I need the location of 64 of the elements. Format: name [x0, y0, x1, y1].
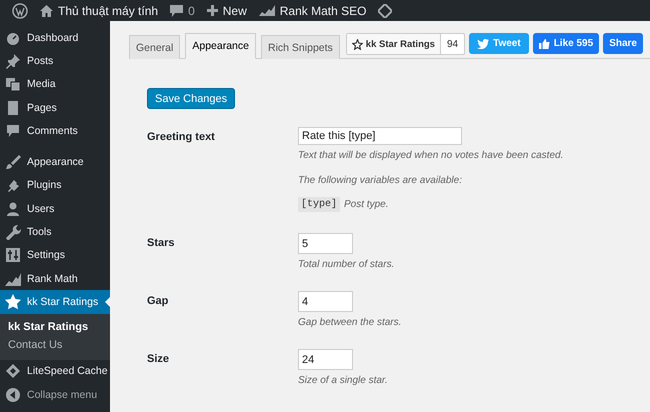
admin-bar-link[interactable]: Thủ thuật máy tính — [58, 4, 158, 18]
variable-description: Post type. — [344, 199, 388, 210]
star-count: 94 — [446, 38, 460, 52]
like-button[interactable]: Like 595 — [532, 33, 600, 54]
star-icon — [352, 38, 363, 50]
wordpress-logo[interactable] — [12, 2, 28, 18]
admin-bar-link[interactable]: Rank Math SEO — [280, 4, 366, 18]
sidebar-item[interactable]: Pages — [0, 96, 110, 120]
field-label: Size — [147, 352, 170, 367]
sidebar-item[interactable]: Tools — [0, 220, 110, 244]
field-label: Greeting text — [147, 130, 215, 145]
field-description: Size of a single star. — [298, 375, 388, 386]
field-description: Total number of stars. — [298, 259, 394, 270]
number-field[interactable]: 5 — [298, 233, 353, 254]
user-icon — [5, 200, 21, 217]
speech-bubble-icon — [170, 4, 184, 16]
tab[interactable]: Rich Snippets — [261, 35, 340, 59]
sidebar-item[interactable]: Settings — [0, 244, 110, 267]
field-label: Stars — [147, 236, 175, 251]
save-changes-button[interactable]: Save Changes — [147, 88, 236, 109]
media-icon — [5, 76, 21, 92]
brush-icon — [5, 154, 21, 170]
sidebar-item[interactable]: Rank Math — [0, 266, 110, 290]
comment-count[interactable]: 0 — [188, 4, 195, 18]
thumbs-up-icon — [538, 38, 550, 48]
star-icon — [5, 294, 21, 310]
field-description: Text that will be displayed when no votes have been casted. — [298, 150, 564, 161]
plus-icon — [206, 5, 218, 16]
admin-bar-link[interactable]: New — [222, 4, 247, 18]
field-label: Gap — [147, 294, 168, 309]
tab[interactable]: Appearance — [185, 33, 256, 59]
sidebar-item[interactable]: Plugins — [0, 174, 110, 198]
star-ratings-button[interactable]: kk Star Ratings — [346, 34, 441, 54]
submenu-item[interactable]: kk Star Ratings — [0, 318, 88, 336]
settings-icon — [5, 247, 21, 264]
sidebar-item[interactable]: Collapse menu — [0, 382, 110, 406]
page-icon — [5, 100, 21, 116]
wrench-icon — [5, 224, 21, 240]
tab[interactable]: General — [129, 35, 180, 59]
field-description: Gap between the stars. — [298, 317, 402, 328]
sidebar-item[interactable]: Posts — [0, 49, 110, 73]
variable-code: [type] — [298, 197, 340, 212]
chart-icon — [5, 270, 21, 287]
sidebar-item[interactable]: Users — [0, 197, 110, 220]
text-field[interactable]: Rate this [type] — [298, 127, 462, 145]
speech-bubble-icon — [5, 122, 21, 139]
sidebar-item[interactable]: Dashboard — [0, 26, 110, 50]
sidebar-item[interactable]: Comments — [0, 119, 110, 142]
number-field[interactable]: 4 — [298, 291, 353, 312]
sidebar-item[interactable]: LiteSpeed Cache — [0, 360, 110, 383]
collapse-icon — [5, 386, 21, 402]
home-icon — [40, 4, 53, 16]
field-description: The following variables are available: — [298, 175, 462, 186]
pin-icon — [5, 52, 21, 69]
diamond-icon — [5, 363, 21, 380]
bird-icon — [477, 38, 490, 48]
chart-icon — [258, 5, 275, 16]
share-button[interactable]: Share — [603, 33, 643, 54]
submenu-item[interactable]: Contact Us — [0, 336, 62, 354]
sidebar-item[interactable]: kk Star Ratings — [0, 290, 110, 314]
number-field[interactable]: 24 — [298, 349, 353, 370]
sidebar-item[interactable]: Media — [0, 72, 110, 96]
diamond-icon[interactable] — [378, 4, 392, 18]
sidebar-item[interactable]: Appearance — [0, 150, 110, 174]
